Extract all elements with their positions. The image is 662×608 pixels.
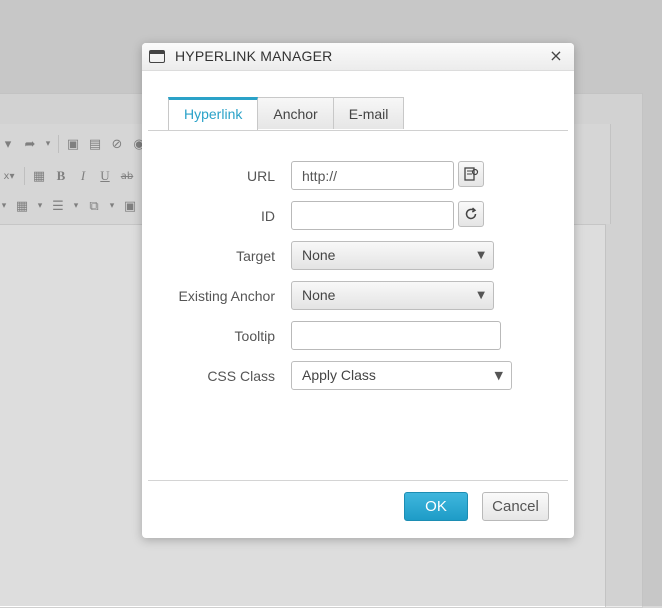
tab-bar: Hyperlink Anchor E-mail xyxy=(168,97,405,130)
tooltip-input[interactable] xyxy=(291,321,501,350)
target-selected-value: None xyxy=(302,247,336,263)
existing-anchor-select[interactable]: None ▼ xyxy=(291,281,494,310)
cancel-button[interactable]: Cancel xyxy=(482,492,549,521)
id-input[interactable] xyxy=(291,201,454,230)
target-select[interactable]: None ▼ xyxy=(291,241,494,270)
url-row: URL xyxy=(142,161,574,191)
tooltip-label: Tooltip xyxy=(234,328,275,344)
ok-button[interactable]: OK xyxy=(404,492,468,521)
existing-anchor-row: Existing Anchor None ▼ xyxy=(142,281,574,311)
css-class-selected-value: Apply Class xyxy=(302,367,376,383)
target-row: Target None ▼ xyxy=(142,241,574,271)
url-input[interactable] xyxy=(291,161,454,190)
chevron-down-icon: ▼ xyxy=(477,250,485,261)
window-icon xyxy=(149,50,165,63)
refresh-id-button[interactable] xyxy=(458,201,484,227)
tab-divider xyxy=(148,130,568,131)
document-manager-icon xyxy=(464,167,479,181)
refresh-icon xyxy=(465,207,477,220)
tooltip-row: Tooltip xyxy=(142,321,574,351)
id-label: ID xyxy=(261,208,275,224)
dialog-title: HYPERLINK MANAGER xyxy=(175,48,333,64)
existing-anchor-selected-value: None xyxy=(302,287,336,303)
document-browse-button[interactable] xyxy=(458,161,484,187)
chevron-down-icon: ▼ xyxy=(477,290,485,301)
close-button[interactable]: × xyxy=(548,47,564,65)
css-class-label: CSS Class xyxy=(207,368,275,384)
dialog-titlebar[interactable]: HYPERLINK MANAGER × xyxy=(142,43,574,71)
css-class-row: CSS Class Apply Class ▼ xyxy=(142,361,574,391)
hyperlink-manager-dialog: HYPERLINK MANAGER × Hyperlink Anchor E-m… xyxy=(142,43,574,538)
footer-divider xyxy=(148,480,568,481)
tab-hyperlink[interactable]: Hyperlink xyxy=(168,97,259,130)
url-label: URL xyxy=(246,168,275,184)
css-class-select[interactable]: Apply Class ▼ xyxy=(291,361,512,390)
tab-email[interactable]: E-mail xyxy=(333,97,405,129)
chevron-down-icon: ▼ xyxy=(494,369,503,382)
existing-anchor-label: Existing Anchor xyxy=(178,288,276,304)
target-label: Target xyxy=(236,248,275,264)
tab-anchor[interactable]: Anchor xyxy=(258,97,334,129)
id-row: ID xyxy=(142,201,574,231)
